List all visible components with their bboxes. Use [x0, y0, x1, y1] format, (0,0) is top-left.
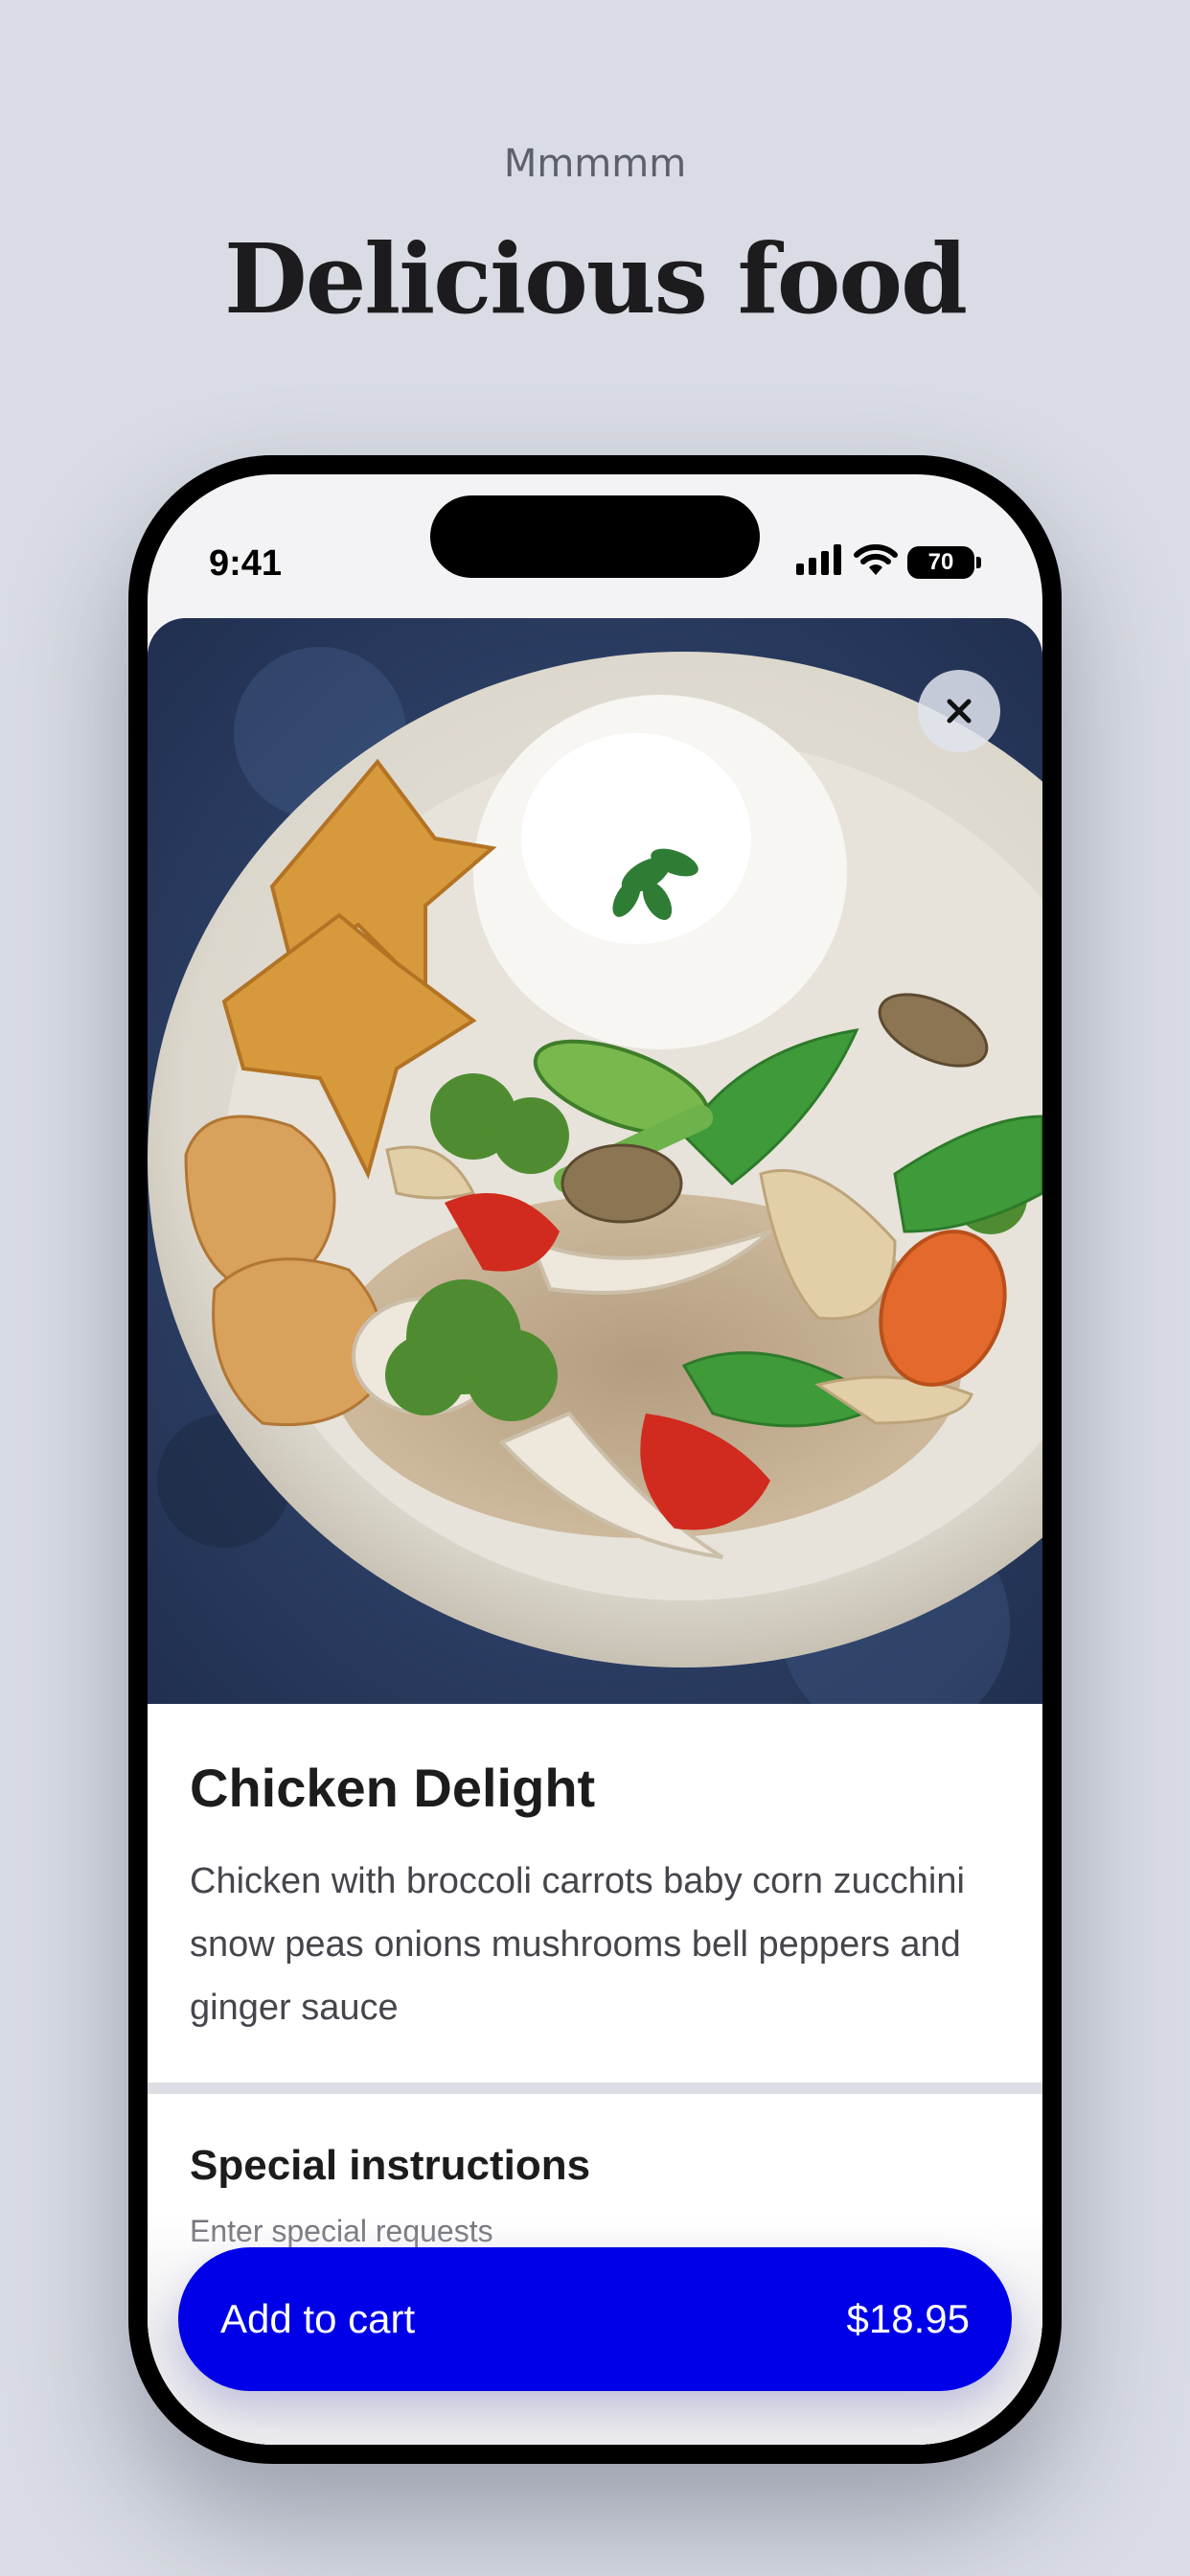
special-instructions-title: Special instructions — [190, 2142, 591, 2189]
wifi-icon — [854, 543, 898, 581]
add-to-cart-label: Add to cart — [220, 2296, 416, 2341]
item-description: Chicken with broccoli carrots baby corn … — [190, 1861, 965, 2028]
phone-frame: 9:41 70 Chicken Delight Chicken with bro… — [128, 455, 1062, 2464]
signal-icon — [796, 544, 844, 580]
close-button[interactable] — [918, 670, 1000, 752]
add-to-cart-button[interactable]: Add to cart $18.95 — [178, 2247, 1012, 2391]
status-time: 9:41 — [209, 543, 283, 584]
status-icons: 70 — [796, 543, 981, 581]
item-detail-card: Chicken Delight Chicken with broccoli ca… — [148, 618, 1042, 2445]
section-divider — [148, 2082, 1042, 2094]
eyebrow-text: Mmmmm — [503, 142, 687, 186]
page-headline: Delicious food — [223, 222, 968, 335]
item-title: Chicken Delight — [190, 1758, 596, 1818]
battery-icon: 70 — [907, 545, 981, 579]
cart-price: $18.95 — [846, 2296, 970, 2341]
battery-level: 70 — [907, 545, 974, 579]
close-icon — [947, 699, 972, 724]
dynamic-island — [430, 495, 760, 578]
phone-screen: 9:41 70 Chicken Delight Chicken with bro… — [148, 474, 1042, 2445]
item-image — [148, 618, 1042, 1704]
item-info: Chicken Delight Chicken with broccoli ca… — [148, 1704, 1042, 2082]
